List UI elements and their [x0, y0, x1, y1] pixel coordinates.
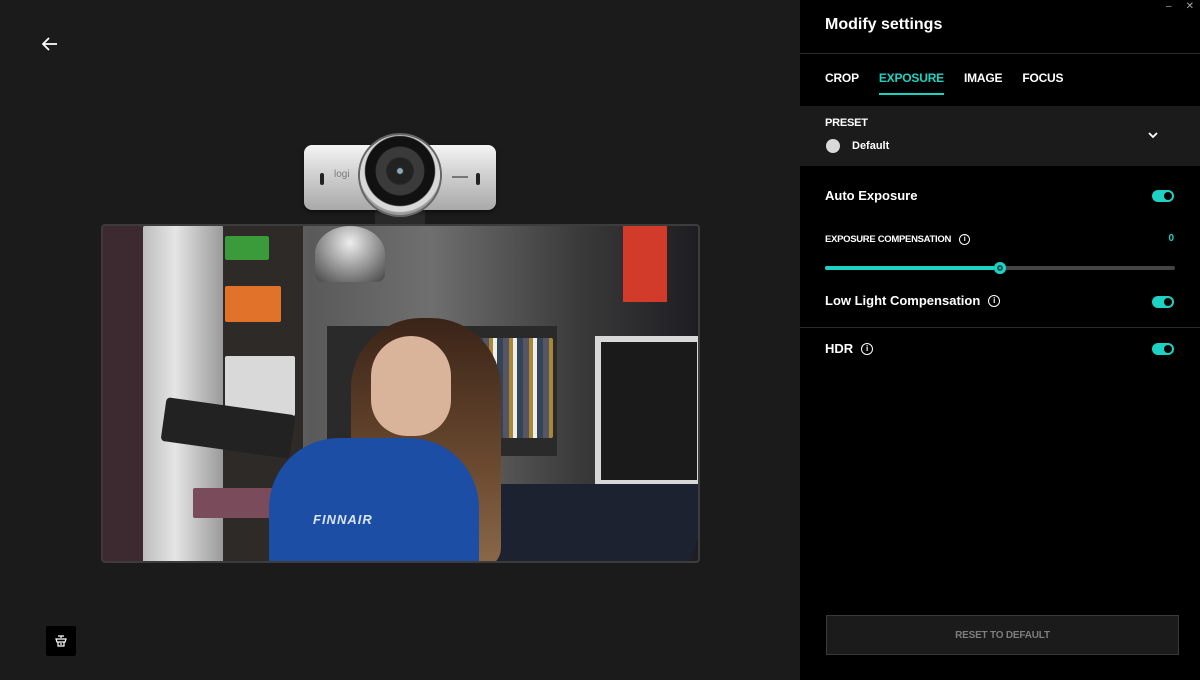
- webcam-led-left: [320, 173, 324, 185]
- exposure-compensation-value: 0: [1168, 233, 1174, 244]
- tab-focus[interactable]: FOCUS: [1022, 71, 1063, 95]
- chevron-down-icon[interactable]: [1146, 128, 1160, 142]
- auto-exposure-toggle[interactable]: [1152, 190, 1174, 202]
- slider-fill: [825, 266, 1000, 270]
- scene-person-body: [269, 438, 479, 561]
- divider: [800, 53, 1200, 54]
- auto-exposure-text: Auto Exposure: [825, 188, 918, 203]
- hdr-text: HDR: [825, 341, 854, 356]
- camera-preview: FINNAIR: [101, 224, 700, 563]
- scene-box-green: [225, 236, 269, 260]
- preview-area: logi FINNAIR: [0, 0, 800, 680]
- webcam-led-right: [476, 173, 480, 185]
- low-light-label: Low Light Compensation i: [825, 293, 1001, 308]
- scene-lamp: [315, 226, 385, 282]
- arrow-left-icon: [42, 37, 57, 51]
- info-icon[interactable]: i: [988, 294, 1001, 307]
- slider-thumb[interactable]: [994, 262, 1006, 274]
- hdr-label: HDR i: [825, 341, 874, 356]
- scene-shirt-text: FINNAIR: [313, 512, 373, 527]
- camera-settings-button[interactable]: [46, 626, 76, 656]
- exposure-compensation-text: EXPOSURE COMPENSATION: [825, 234, 952, 245]
- back-button[interactable]: [36, 32, 64, 56]
- reset-to-default-button[interactable]: RESET TO DEFAULT: [826, 615, 1179, 655]
- tab-image[interactable]: IMAGE: [964, 71, 1003, 95]
- auto-exposure-label: Auto Exposure: [825, 188, 917, 203]
- panel-title: Modify settings: [825, 16, 943, 33]
- preset-label: PRESET: [825, 117, 868, 129]
- hdr-toggle[interactable]: [1152, 343, 1174, 355]
- webcam-dash: [452, 176, 468, 178]
- settings-panel: – ✕ Modify settings CROP EXPOSURE IMAGE …: [800, 0, 1200, 680]
- scene-magazine: [623, 226, 667, 302]
- window-controls: – ✕: [1166, 0, 1194, 14]
- settings-tabs: CROP EXPOSURE IMAGE FOCUS: [825, 71, 1064, 95]
- scene-curtain: [103, 226, 143, 561]
- tab-exposure[interactable]: EXPOSURE: [878, 71, 944, 95]
- preset-color-dot: [826, 139, 840, 153]
- close-button[interactable]: ✕: [1186, 0, 1194, 14]
- preset-dropdown[interactable]: PRESET Default: [800, 106, 1200, 166]
- webcam-logo: logi: [334, 169, 350, 180]
- camera-settings-icon: [55, 635, 67, 647]
- exposure-compensation-label: EXPOSURE COMPENSATION i: [825, 234, 971, 245]
- low-light-toggle[interactable]: [1152, 296, 1174, 308]
- tab-crop[interactable]: CROP: [825, 71, 859, 95]
- scene-monitor: [595, 336, 698, 486]
- low-light-text: Low Light Compensation: [825, 293, 981, 308]
- info-icon[interactable]: i: [959, 234, 971, 245]
- scene-desk: [468, 484, 698, 561]
- scene-person-face: [371, 336, 451, 436]
- scene-box-orange: [225, 286, 281, 322]
- webcam-lens: [360, 135, 440, 215]
- divider: [800, 327, 1200, 328]
- preset-value: Default: [852, 140, 890, 152]
- info-icon[interactable]: i: [861, 342, 874, 355]
- minimize-button[interactable]: –: [1166, 0, 1172, 14]
- exposure-compensation-slider[interactable]: [825, 262, 1175, 274]
